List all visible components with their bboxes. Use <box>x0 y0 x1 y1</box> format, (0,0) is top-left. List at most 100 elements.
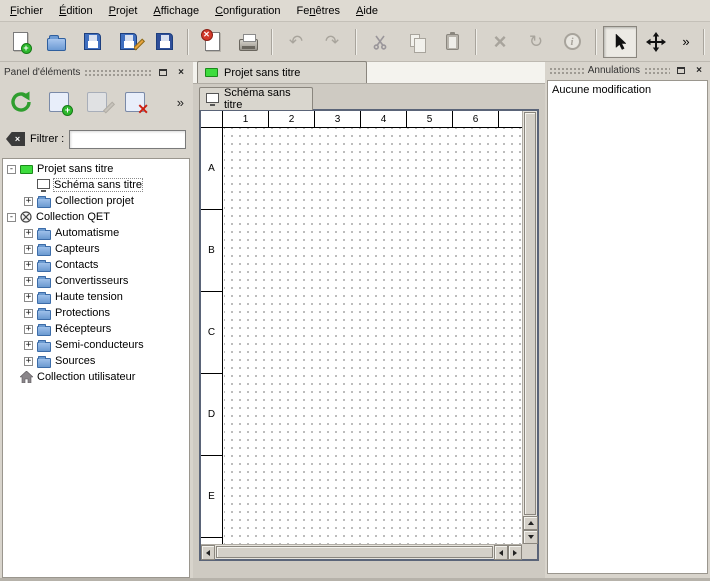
cut-button[interactable] <box>363 26 397 58</box>
toolbar-extension-button[interactable]: » <box>675 26 697 58</box>
tree-item-recepteurs[interactable]: +Récepteurs <box>3 321 189 337</box>
menu-edition[interactable]: Édition <box>51 0 101 21</box>
new-element-icon: + <box>49 92 69 112</box>
selection-mode-button[interactable] <box>603 26 637 58</box>
undo-panel-close-button[interactable]: × <box>692 63 706 77</box>
open-document-button[interactable] <box>39 26 73 58</box>
folder-icon <box>37 326 51 336</box>
scroll-down-button[interactable] <box>523 530 538 544</box>
edit-element-icon <box>87 92 107 112</box>
expand-icon[interactable]: + <box>24 197 33 206</box>
undo-history-list[interactable]: Aucune modification <box>547 80 708 574</box>
menu-projet[interactable]: Projet <box>101 0 146 21</box>
scroll-right-button[interactable] <box>508 545 522 560</box>
row-header: B <box>201 210 222 292</box>
expander-spacer <box>7 373 16 382</box>
dock-handle[interactable] <box>549 66 584 74</box>
expand-icon[interactable]: + <box>24 245 33 254</box>
undo-button[interactable]: ↶ <box>279 26 313 58</box>
expand-icon[interactable]: + <box>24 357 33 366</box>
folder-icon <box>37 262 51 272</box>
paste-button[interactable] <box>435 26 469 58</box>
plus-badge-icon: + <box>21 43 32 54</box>
tree-item-contacts[interactable]: +Contacts <box>3 257 189 273</box>
filter-clear-button[interactable]: × <box>6 132 25 146</box>
expand-icon[interactable]: + <box>24 261 33 270</box>
scroll-left-button-2[interactable] <box>494 545 508 560</box>
pan-mode-button[interactable] <box>639 26 673 58</box>
reload-collections-button[interactable] <box>4 84 38 120</box>
tree-item-collection-utilisateur[interactable]: Collection utilisateur <box>3 369 189 385</box>
new-document-button[interactable]: + <box>3 26 37 58</box>
save-as-button[interactable] <box>111 26 145 58</box>
close-document-button[interactable]: ✕ <box>195 26 229 58</box>
edit-element-button[interactable] <box>80 84 114 120</box>
save-button[interactable] <box>75 26 109 58</box>
expand-icon[interactable]: + <box>24 309 33 318</box>
save-all-button[interactable] <box>147 26 181 58</box>
red-x-badge-icon: ✕ <box>201 29 213 41</box>
schema-grid-canvas[interactable] <box>224 128 522 544</box>
tree-item-semi-conducteurs[interactable]: +Semi-conducteurs <box>3 337 189 353</box>
information-button[interactable]: i <box>555 26 589 58</box>
rotate-button[interactable]: ↻ <box>519 26 553 58</box>
delete-button[interactable]: × <box>483 26 517 58</box>
menu-fichier[interactable]: Fichier <box>2 0 51 21</box>
menu-aide[interactable]: Aide <box>348 0 386 21</box>
dock-handle[interactable] <box>84 68 152 76</box>
print-button[interactable] <box>231 26 265 58</box>
vertical-scrollbar[interactable] <box>522 111 537 544</box>
float-icon <box>677 67 685 74</box>
tree-item-convertisseurs[interactable]: +Convertisseurs <box>3 273 189 289</box>
menu-fenetres[interactable]: Fenêtres <box>289 0 348 21</box>
tree-item-automatisme[interactable]: +Automatisme <box>3 225 189 241</box>
menu-affichage[interactable]: Affichage <box>145 0 207 21</box>
tree-item-projet-sans-titre[interactable]: -Projet sans titre <box>3 161 189 177</box>
folder-icon <box>37 294 51 304</box>
vertical-scrollbar-thumb[interactable] <box>524 112 536 515</box>
float-icon <box>159 69 167 76</box>
undo-panel-float-button[interactable] <box>674 63 688 77</box>
redo-icon: ↷ <box>325 33 339 50</box>
tree-item-collection-projet[interactable]: +Collection projet <box>3 193 189 209</box>
scroll-left-button[interactable] <box>201 545 215 560</box>
paste-icon <box>446 34 459 50</box>
toolbar-separator <box>703 29 705 55</box>
expand-icon[interactable]: + <box>24 229 33 238</box>
column-header: 6 <box>453 111 499 127</box>
collapse-icon[interactable]: - <box>7 165 16 174</box>
elements-panel-toolbar: + ✕ » <box>2 82 190 122</box>
expand-icon[interactable]: + <box>24 341 33 350</box>
copy-button[interactable] <box>399 26 433 58</box>
scroll-up-button[interactable] <box>523 516 538 530</box>
expand-icon[interactable]: + <box>24 277 33 286</box>
menu-configuration[interactable]: Configuration <box>207 0 288 21</box>
horizontal-scrollbar[interactable] <box>201 544 522 559</box>
dock-handle[interactable] <box>644 66 670 74</box>
filter-input[interactable] <box>69 130 186 149</box>
rotate-icon: ↻ <box>529 33 543 50</box>
pencil-icon <box>132 38 144 50</box>
panel-extension-button[interactable]: » <box>173 95 188 110</box>
new-element-button[interactable]: + <box>42 84 76 120</box>
tree-item-haute-tension[interactable]: +Haute tension <box>3 289 189 305</box>
delete-element-button[interactable]: ✕ <box>118 84 152 120</box>
tree-item-protections[interactable]: +Protections <box>3 305 189 321</box>
tab-schema-sans-titre[interactable]: Schéma sans titre <box>199 87 313 110</box>
tree-item-schema-sans-titre[interactable]: Schéma sans titre <box>3 177 189 193</box>
elements-panel-float-button[interactable] <box>156 65 170 79</box>
horizontal-scrollbar-thumb[interactable] <box>216 546 493 558</box>
elements-panel-close-button[interactable]: × <box>174 65 188 79</box>
collapse-icon[interactable]: - <box>7 213 16 222</box>
filter-row: × Filtrer : <box>2 126 190 152</box>
schema-view[interactable]: 1 2 3 4 5 6 A B C D E <box>199 109 539 561</box>
undo-panel-titlebar[interactable]: Annulations × <box>547 62 708 78</box>
expand-icon[interactable]: + <box>24 293 33 302</box>
redo-button[interactable]: ↷ <box>315 26 349 58</box>
tree-item-sources[interactable]: +Sources <box>3 353 189 369</box>
tree-item-collection-qet[interactable]: -Collection QET <box>3 209 189 225</box>
elements-panel-titlebar[interactable]: Panel d'éléments × <box>2 64 190 80</box>
tab-projet-sans-titre[interactable]: Projet sans titre <box>197 61 367 83</box>
tree-item-capteurs[interactable]: +Capteurs <box>3 241 189 257</box>
expand-icon[interactable]: + <box>24 325 33 334</box>
